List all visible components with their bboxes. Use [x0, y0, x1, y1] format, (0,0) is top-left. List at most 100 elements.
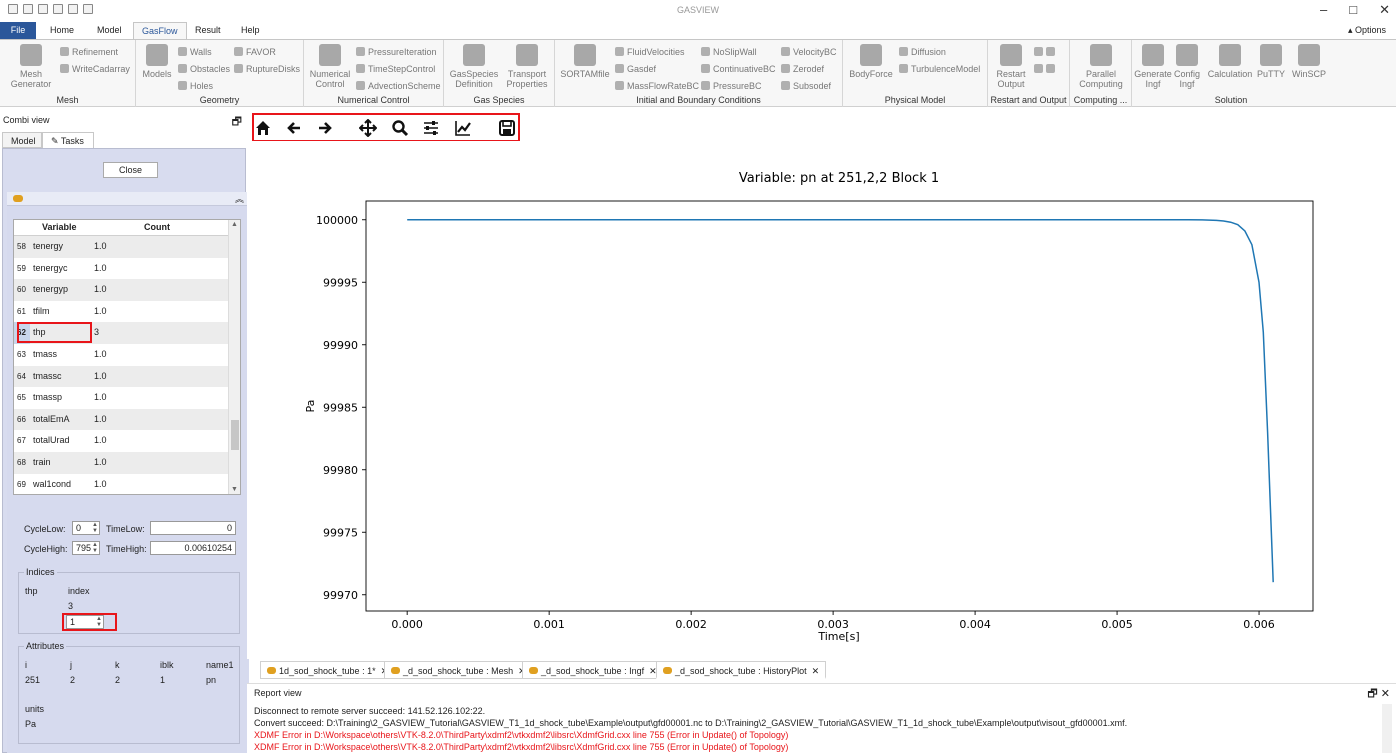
- continuative-icon: [701, 64, 710, 73]
- menu-tab-home[interactable]: Home: [42, 22, 82, 39]
- menu-tab-model[interactable]: Model: [89, 22, 130, 39]
- minimize-icon[interactable]: –: [1320, 2, 1327, 18]
- column-header-count[interactable]: Count: [144, 222, 170, 232]
- menu-tab-help[interactable]: Help: [233, 22, 268, 39]
- scroll-up-icon[interactable]: ▲: [231, 221, 238, 228]
- table-row[interactable]: 69 wal1cond 1.0: [14, 474, 228, 494]
- pressurebc-button[interactable]: PressureBC: [701, 80, 762, 92]
- ribbon-group-geometry: Models Walls Obstacles Holes FAVOR Ruptu…: [136, 40, 304, 107]
- table-row[interactable]: 65 tmassp 1.0: [14, 387, 228, 409]
- report-scrollbar[interactable]: [1382, 704, 1392, 753]
- transport-properties-button[interactable]: Transport Properties: [502, 44, 552, 89]
- table-row[interactable]: 58 tenergy 1.0: [14, 236, 228, 258]
- refinement-button[interactable]: Refinement: [60, 46, 118, 58]
- output-options-icon[interactable]: [1034, 46, 1058, 58]
- doc-tab-historyplot[interactable]: _d_sod_shock_tube : HistoryPlot ✕: [656, 661, 827, 679]
- diffusion-button[interactable]: Diffusion: [899, 46, 946, 58]
- time-high-input[interactable]: 0.00610254: [150, 541, 236, 555]
- pressureiteration-button[interactable]: PressureIteration: [356, 46, 437, 58]
- y-axis-label: Pa: [304, 400, 317, 413]
- doc-tab-main[interactable]: 1d_sod_shock_tube : 1*✕: [260, 661, 396, 679]
- menu-tab-result[interactable]: Result: [187, 22, 229, 39]
- mesh-generator-button[interactable]: Mesh Generator: [8, 44, 54, 89]
- task-box-header: ︽: [7, 192, 249, 206]
- holes-button[interactable]: Holes: [178, 80, 213, 92]
- table-row[interactable]: 61 tfilm 1.0: [14, 301, 228, 323]
- models-button[interactable]: Models: [140, 44, 174, 79]
- attr-value-i: 251: [25, 675, 41, 685]
- cycle-low-input[interactable]: 0 ▲ ▼: [72, 521, 100, 535]
- massflowratebc-button[interactable]: MassFlowRateBC: [615, 80, 699, 92]
- obstacles-button[interactable]: Obstacles: [178, 63, 230, 75]
- calculation-button[interactable]: Calculation: [1206, 44, 1254, 79]
- maximize-icon[interactable]: □: [1349, 2, 1357, 18]
- continuativebc-button[interactable]: ContinuativeBC: [701, 63, 776, 75]
- tab-tasks[interactable]: ✎ Tasks: [42, 132, 94, 148]
- writecadarray-button[interactable]: WriteCadarray: [60, 63, 130, 75]
- close-icon[interactable]: ✕: [1381, 688, 1390, 700]
- table-row[interactable]: 63 tmass 1.0: [14, 344, 228, 366]
- report-view: Report view 🗗 ✕ Disconnect to remote ser…: [247, 683, 1396, 753]
- time-low-input[interactable]: 0: [150, 521, 236, 535]
- gasdef-button[interactable]: Gasdef: [615, 63, 656, 75]
- gasspecies-definition-button[interactable]: GasSpecies Definition: [448, 44, 500, 89]
- table-row[interactable]: 64 tmassc 1.0: [14, 365, 228, 388]
- close-tab-icon[interactable]: ✕: [812, 666, 820, 676]
- table-scrollbar[interactable]: ▲ ▼: [228, 220, 240, 494]
- table-row[interactable]: 68 train 1.0: [14, 452, 228, 474]
- collapse-icon[interactable]: ︽: [235, 192, 244, 205]
- winscp-button[interactable]: WinSCP: [1290, 44, 1328, 79]
- output-plot-icon[interactable]: [1034, 63, 1058, 75]
- float-panel-icon[interactable]: 🗗: [1367, 688, 1377, 700]
- spinner-icon[interactable]: ▲ ▼: [92, 542, 98, 554]
- attr-header-iblk: iblk: [160, 660, 174, 670]
- noslipwall-button[interactable]: NoSlipWall: [701, 46, 757, 58]
- report-line-error: XDMF Error in D:\Workspace\others\VTK-8.…: [254, 730, 789, 740]
- fluidvelocities-button[interactable]: FluidVelocities: [615, 46, 685, 58]
- parallel-computing-button[interactable]: Parallel Computing: [1074, 44, 1128, 89]
- bodyforce-button[interactable]: BodyForce: [847, 44, 895, 79]
- rupturedisks-button[interactable]: RuptureDisks: [234, 63, 300, 75]
- options-menu[interactable]: ▴ Options: [1348, 25, 1386, 36]
- table-row[interactable]: 60 tenergyp 1.0: [14, 279, 228, 301]
- menu-tab-file[interactable]: File: [0, 22, 36, 39]
- close-icon[interactable]: ✕: [1379, 2, 1390, 18]
- generate-icon: [1142, 44, 1164, 66]
- walls-button[interactable]: Walls: [178, 46, 212, 58]
- row-number: 58: [17, 242, 26, 251]
- restart-output-button[interactable]: Restart Output: [992, 44, 1030, 89]
- subsodef-button[interactable]: Subsodef: [781, 80, 831, 92]
- doc-tab-ingf[interactable]: _d_sod_shock_tube : Ingf ✕: [522, 661, 664, 679]
- generate-ingf-button[interactable]: Generate Ingf: [1134, 44, 1172, 89]
- doc-tab-mesh[interactable]: _d_sod_shock_tube : Mesh✕: [384, 661, 533, 679]
- numerical-control-button[interactable]: Numerical Control: [306, 44, 354, 89]
- diffusion-icon: [899, 47, 908, 56]
- table-row[interactable]: 59 tenergyc 1.0: [14, 258, 228, 280]
- menu-tab-gasflow[interactable]: GasFlow: [133, 22, 187, 39]
- velocitybc-button[interactable]: VelocityBC: [781, 46, 837, 58]
- cycle-high-input[interactable]: 795 ▲ ▼: [72, 541, 100, 555]
- title-bar: GASVIEW – □ ✕: [0, 0, 1396, 22]
- sortamfile-button[interactable]: SORTAMfile: [559, 44, 611, 79]
- scroll-thumb[interactable]: [231, 420, 239, 450]
- advectionscheme-button[interactable]: AdvectionScheme: [356, 80, 441, 92]
- turbulencemodel-button[interactable]: TurbulenceModel: [899, 63, 980, 75]
- close-button[interactable]: Close: [103, 162, 158, 178]
- favor-button[interactable]: FAVOR: [234, 46, 276, 58]
- spinner-icon[interactable]: ▲ ▼: [92, 522, 98, 534]
- winscp-icon: [1298, 44, 1320, 66]
- config-ingf-button[interactable]: Config Ingf: [1170, 44, 1204, 89]
- float-panel-icon[interactable]: 🗗: [232, 113, 242, 132]
- ribbon-group-mesh: Mesh Generator Refinement WriteCadarray …: [0, 40, 136, 107]
- column-header-variable[interactable]: Variable: [42, 222, 77, 232]
- zerodef-button[interactable]: Zerodef: [781, 63, 824, 75]
- scroll-down-icon[interactable]: ▼: [231, 486, 238, 493]
- table-row[interactable]: 66 totalEmA 1.0: [14, 408, 228, 431]
- tab-model[interactable]: Model: [2, 132, 42, 148]
- attr-value-j: 2: [70, 675, 76, 685]
- timestepcontrol-button[interactable]: TimeStepControl: [356, 63, 435, 75]
- table-row[interactable]: 67 totalUrad 1.0: [14, 430, 228, 452]
- holes-icon: [178, 81, 187, 90]
- putty-button[interactable]: PuTTY: [1254, 44, 1288, 79]
- pencil-icon: ✎: [51, 136, 61, 146]
